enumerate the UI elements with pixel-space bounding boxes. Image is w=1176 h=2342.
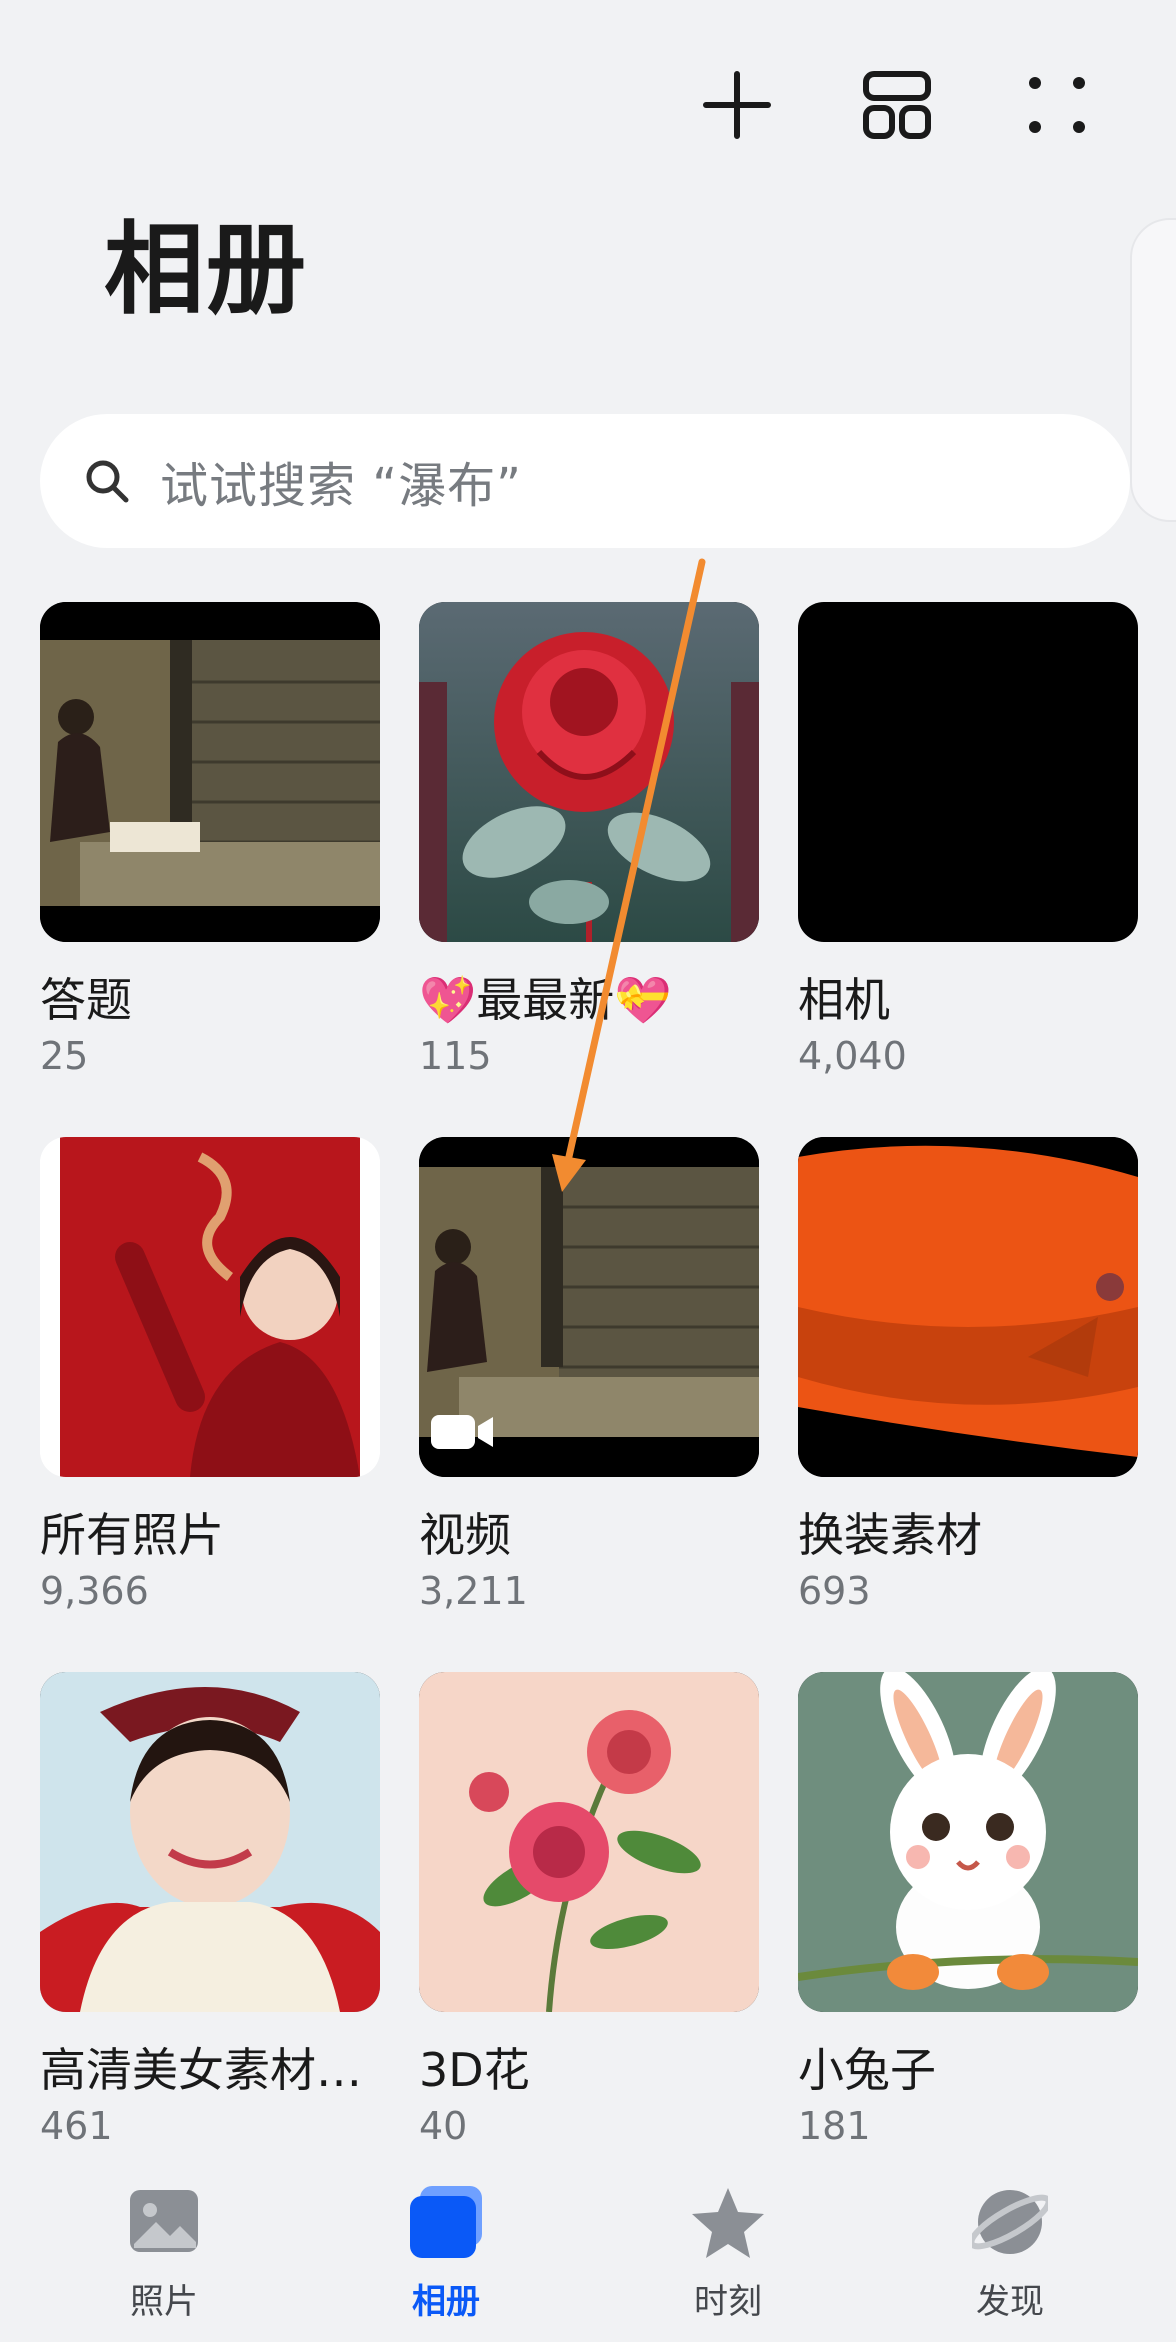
album-count: 3,211 — [419, 1568, 528, 1613]
nav-item-moments[interactable]: 时刻 — [628, 2184, 828, 2323]
moments-icon — [690, 2184, 766, 2260]
search-input[interactable]: 试试搜索 “瀑布” — [40, 414, 1130, 548]
album-name: 答题 — [40, 974, 132, 1027]
album-count: 693 — [798, 1568, 871, 1613]
album-cover-image — [419, 1672, 759, 2012]
album-cover-image — [798, 1137, 1138, 1477]
search-icon — [82, 456, 132, 506]
album-card[interactable]: 相机 4,040 — [798, 602, 1138, 1079]
album-cover-image — [798, 1672, 1138, 2012]
album-card[interactable]: 视频 3,211 — [419, 1137, 759, 1614]
search-placeholder: 试试搜索 “瀑布” — [160, 458, 522, 514]
album-count: 40 — [419, 2103, 468, 2148]
album-card[interactable]: 高清美女素材… 461 — [40, 1672, 380, 2149]
nav-item-albums[interactable]: 相册 — [346, 2184, 546, 2323]
album-name: 视频 — [419, 1509, 511, 1562]
album-cover-image — [419, 1137, 759, 1477]
album-card[interactable]: 所有照片 9,366 — [40, 1137, 380, 1614]
album-card[interactable]: 答题 25 — [40, 602, 380, 1079]
discover-icon — [968, 2184, 1052, 2260]
album-cover-image — [40, 1672, 380, 2012]
album-count: 25 — [40, 1033, 89, 1078]
page-title: 相册 — [104, 211, 308, 328]
album-cover-image — [419, 602, 759, 942]
side-panel-handle[interactable] — [1130, 218, 1176, 522]
add-icon[interactable] — [692, 60, 782, 150]
nav-item-photos[interactable]: 照片 — [64, 2184, 264, 2323]
album-card[interactable]: 💖最最新💝 115 — [419, 602, 759, 1079]
album-name: 相机 — [798, 974, 890, 1027]
nav-item-discover[interactable]: 发现 — [910, 2184, 1110, 2323]
album-cover-image — [40, 602, 380, 942]
bottom-navigation: 照片 相册 时刻 发现 — [0, 2160, 1176, 2342]
nav-label: 时刻 — [694, 2282, 762, 2322]
album-name: 小兔子 — [798, 2044, 936, 2097]
album-name: 💖最最新💝 — [419, 974, 672, 1027]
albums-icon — [408, 2184, 484, 2260]
nav-label: 发现 — [976, 2282, 1044, 2322]
nav-label: 照片 — [130, 2282, 198, 2322]
photos-icon — [126, 2184, 202, 2260]
album-count: 181 — [798, 2103, 871, 2148]
album-count: 461 — [40, 2103, 113, 2148]
album-cover-image — [40, 1137, 380, 1477]
album-name: 换装素材 — [798, 1509, 982, 1562]
album-card[interactable]: 小兔子 181 — [798, 1672, 1138, 2149]
album-card[interactable]: 3D花 40 — [419, 1672, 759, 2149]
layout-icon[interactable] — [852, 60, 942, 150]
album-count: 4,040 — [798, 1033, 907, 1078]
album-name: 3D花 — [419, 2044, 530, 2097]
album-count: 115 — [419, 1033, 492, 1078]
video-camera-icon — [431, 1411, 495, 1453]
album-name: 所有照片 — [40, 1509, 224, 1562]
album-name: 高清美女素材… — [40, 2044, 362, 2097]
album-card[interactable]: 换装素材 693 — [798, 1137, 1138, 1614]
more-icon[interactable] — [1012, 60, 1102, 150]
album-count: 9,366 — [40, 1568, 149, 1613]
nav-label: 相册 — [412, 2282, 480, 2322]
album-cover-image — [798, 602, 1138, 942]
